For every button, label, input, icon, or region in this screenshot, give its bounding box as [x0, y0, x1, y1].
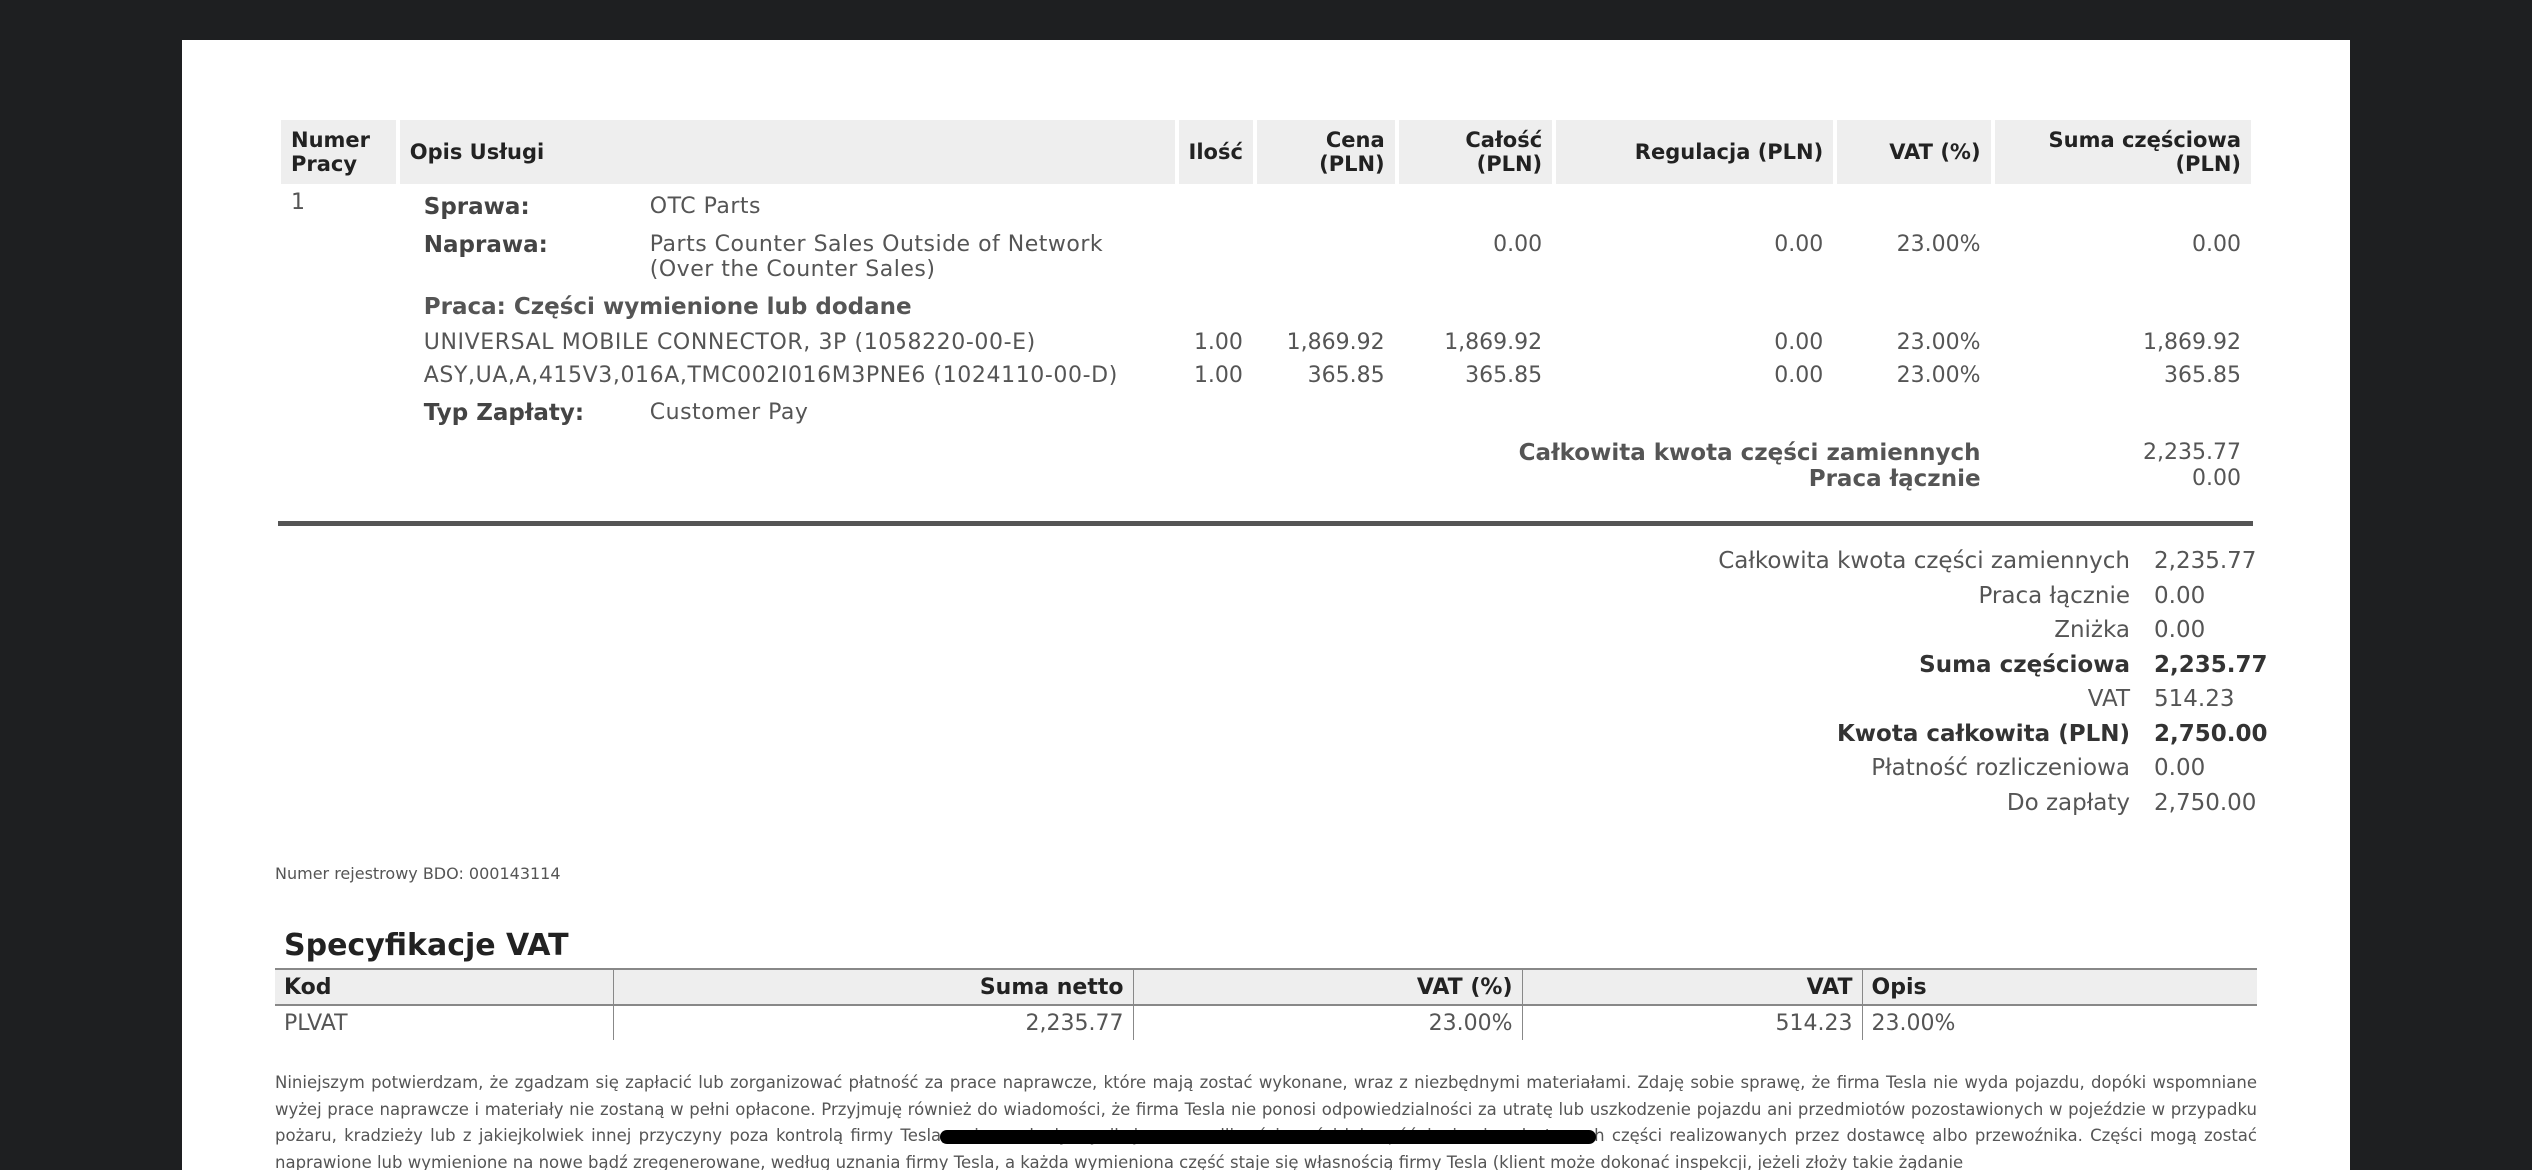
job-number: 1 [291, 190, 305, 215]
part-price: 365.85 [1307, 363, 1385, 388]
vat-header-net: Suma netto [612, 968, 1133, 1006]
summary-value: 2,750.00 [2154, 789, 2257, 816]
summary-value: 2,235.77 [2154, 548, 2257, 574]
redaction-bar [940, 1130, 1596, 1144]
summary-label: Do zapłaty [2006, 789, 2130, 816]
section-divider [278, 521, 2253, 526]
parts-total-row: Całkowita kwota części zamiennych 2,235.… [281, 430, 2251, 466]
vat-rate: 23.00% [1132, 1005, 1522, 1040]
repair-value-line1: Parts Counter Sales Outside of Network [649, 232, 1104, 257]
work-table-header: Numer Pracy Opis Usługi Ilość Cena (PLN)… [281, 120, 2251, 184]
invoice-page: Numer Pracy Opis Usługi Ilość Cena (PLN)… [182, 40, 2350, 1170]
summary-label: Suma częściowa [1919, 651, 2130, 678]
summary-row: Suma częściowa 2,235.77 [1718, 648, 2268, 683]
part-quantity: 1.00 [1193, 330, 1243, 355]
repair-row: Naprawa: Parts Counter Sales Outside of N… [281, 224, 2251, 286]
parts-total-value: 2,235.77 [2143, 440, 2241, 465]
summary-label: Płatność rozliczeniowa [1871, 755, 2130, 781]
header-total: Całość (PLN) [1398, 120, 1553, 184]
summary-row: Zniżka 0.00 [1718, 613, 2254, 648]
header-description: Opis Usługi [399, 120, 1175, 184]
parts-total-label: Całkowita kwota części zamiennych [1518, 440, 1981, 466]
vat-header-vat: VAT [1521, 968, 1862, 1006]
part-vat: 23.00% [1896, 330, 1981, 355]
labor-total-row: Praca łącznie 0.00 [281, 466, 2251, 496]
part-subtotal: 1,869.92 [2143, 330, 2241, 355]
vat-spec-table: Kod Suma netto VAT (%) VAT Opis PLVAT 2,… [275, 968, 2257, 1040]
vat-header-description: Opis [1861, 968, 2257, 1006]
bdo-registration-number: Numer rejestrowy BDO: 000143114 [275, 864, 561, 883]
summary-value: 0.00 [2154, 617, 2206, 643]
header-quantity: Ilość [1178, 120, 1253, 184]
header-price: Cena (PLN) [1256, 120, 1395, 184]
part-row: ASY,UA,A,415V3,016A,TMC002I016M3PNE6 (10… [281, 359, 2251, 392]
header-vat: VAT (%) [1837, 120, 1991, 184]
summary-label: Kwota całkowita (PLN) [1836, 720, 2130, 747]
part-total: 365.85 [1465, 363, 1543, 388]
labor-total-label: Praca łącznie [1808, 466, 1981, 492]
work-table: Numer Pracy Opis Usługi Ilość Cena (PLN)… [277, 120, 2255, 496]
payment-type-value: Customer Pay [649, 400, 809, 425]
summary-value: 514.23 [2154, 686, 2235, 712]
vat-description: 23.00% [1861, 1005, 2257, 1040]
header-job-number: Numer Pracy [281, 120, 396, 184]
case-value: OTC Parts [649, 194, 761, 219]
vat-amount: 514.23 [1521, 1005, 1862, 1040]
part-description: UNIVERSAL MOBILE CONNECTOR, 3P (1058220-… [423, 330, 1036, 355]
summary-row: Płatność rozliczeniowa 0.00 [1718, 751, 2254, 786]
summary-row: Do zapłaty 2,750.00 [1718, 786, 2257, 821]
repair-adjustment: 0.00 [1774, 232, 1824, 257]
labor-heading: Praca: Części wymienione lub dodane [423, 294, 912, 320]
header-subtotal: Suma częściowa (PLN) [1994, 120, 2251, 184]
repair-value-line2: (Over the Counter Sales) [649, 257, 936, 282]
part-price: 1,869.92 [1286, 330, 1385, 355]
payment-type-label: Typ Zapłaty: [423, 400, 585, 426]
summary-value: 2,235.77 [2154, 651, 2268, 678]
summary-row: Praca łącznie 0.00 [1718, 579, 2254, 614]
vat-header-rate: VAT (%) [1132, 968, 1522, 1006]
vat-spec-title: Specyfikacje VAT [284, 928, 569, 963]
summary-row: Całkowita kwota części zamiennych 2,235.7… [1718, 544, 2257, 579]
vat-code: PLVAT [284, 1010, 348, 1036]
summary-value: 2,750.00 [2154, 720, 2268, 747]
summary-value: 0.00 [2154, 582, 2206, 609]
labor-heading-row: Praca: Części wymienione lub dodane [281, 286, 2251, 324]
disclaimer-text: Niniejszym potwierdzam, że zgadzam się z… [275, 1073, 2257, 1170]
summary-row: VAT 514.23 [1718, 682, 2254, 717]
part-adjustment: 0.00 [1774, 330, 1824, 355]
part-subtotal: 365.85 [2164, 363, 2241, 388]
repair-subtotal: 0.00 [2192, 232, 2241, 257]
repair-vat: 23.00% [1896, 232, 1981, 257]
vat-net: 2,235.77 [612, 1005, 1133, 1040]
summary-value: 0.00 [2154, 755, 2206, 781]
repair-total: 0.00 [1493, 232, 1543, 257]
vat-header-code: Kod [275, 968, 613, 1006]
summary-label: Zniżka [2054, 617, 2130, 643]
vat-table-header: Kod Suma netto VAT (%) VAT Opis [275, 968, 2257, 1006]
part-vat: 23.00% [1896, 363, 1981, 388]
payment-type-row: Typ Zapłaty: Customer Pay [281, 392, 2251, 430]
case-label: Sprawa: [423, 194, 530, 220]
case-row: 1 Sprawa: OTC Parts [281, 184, 2251, 224]
part-description: ASY,UA,A,415V3,016A,TMC002I016M3PNE6 (10… [423, 363, 1118, 388]
invoice-summary: Całkowita kwota części zamiennych 2,235.7… [1718, 544, 2268, 821]
labor-total-value: 0.00 [2192, 466, 2241, 491]
table-row: PLVAT 2,235.77 23.00% 514.23 23.00% [275, 1005, 2257, 1040]
part-total: 1,869.92 [1444, 330, 1543, 355]
part-row: UNIVERSAL MOBILE CONNECTOR, 3P (1058220-… [281, 324, 2251, 359]
summary-row: Kwota całkowita (PLN) 2,750.00 [1718, 717, 2268, 752]
summary-label: Całkowita kwota części zamiennych [1718, 548, 2130, 574]
header-adjustment: Regulacja (PLN) [1556, 120, 1834, 184]
repair-label: Naprawa: [423, 232, 548, 258]
summary-label: Praca łącznie [1978, 582, 2130, 609]
part-adjustment: 0.00 [1774, 363, 1824, 388]
summary-label: VAT [2087, 686, 2130, 712]
part-quantity: 1.00 [1193, 363, 1243, 388]
